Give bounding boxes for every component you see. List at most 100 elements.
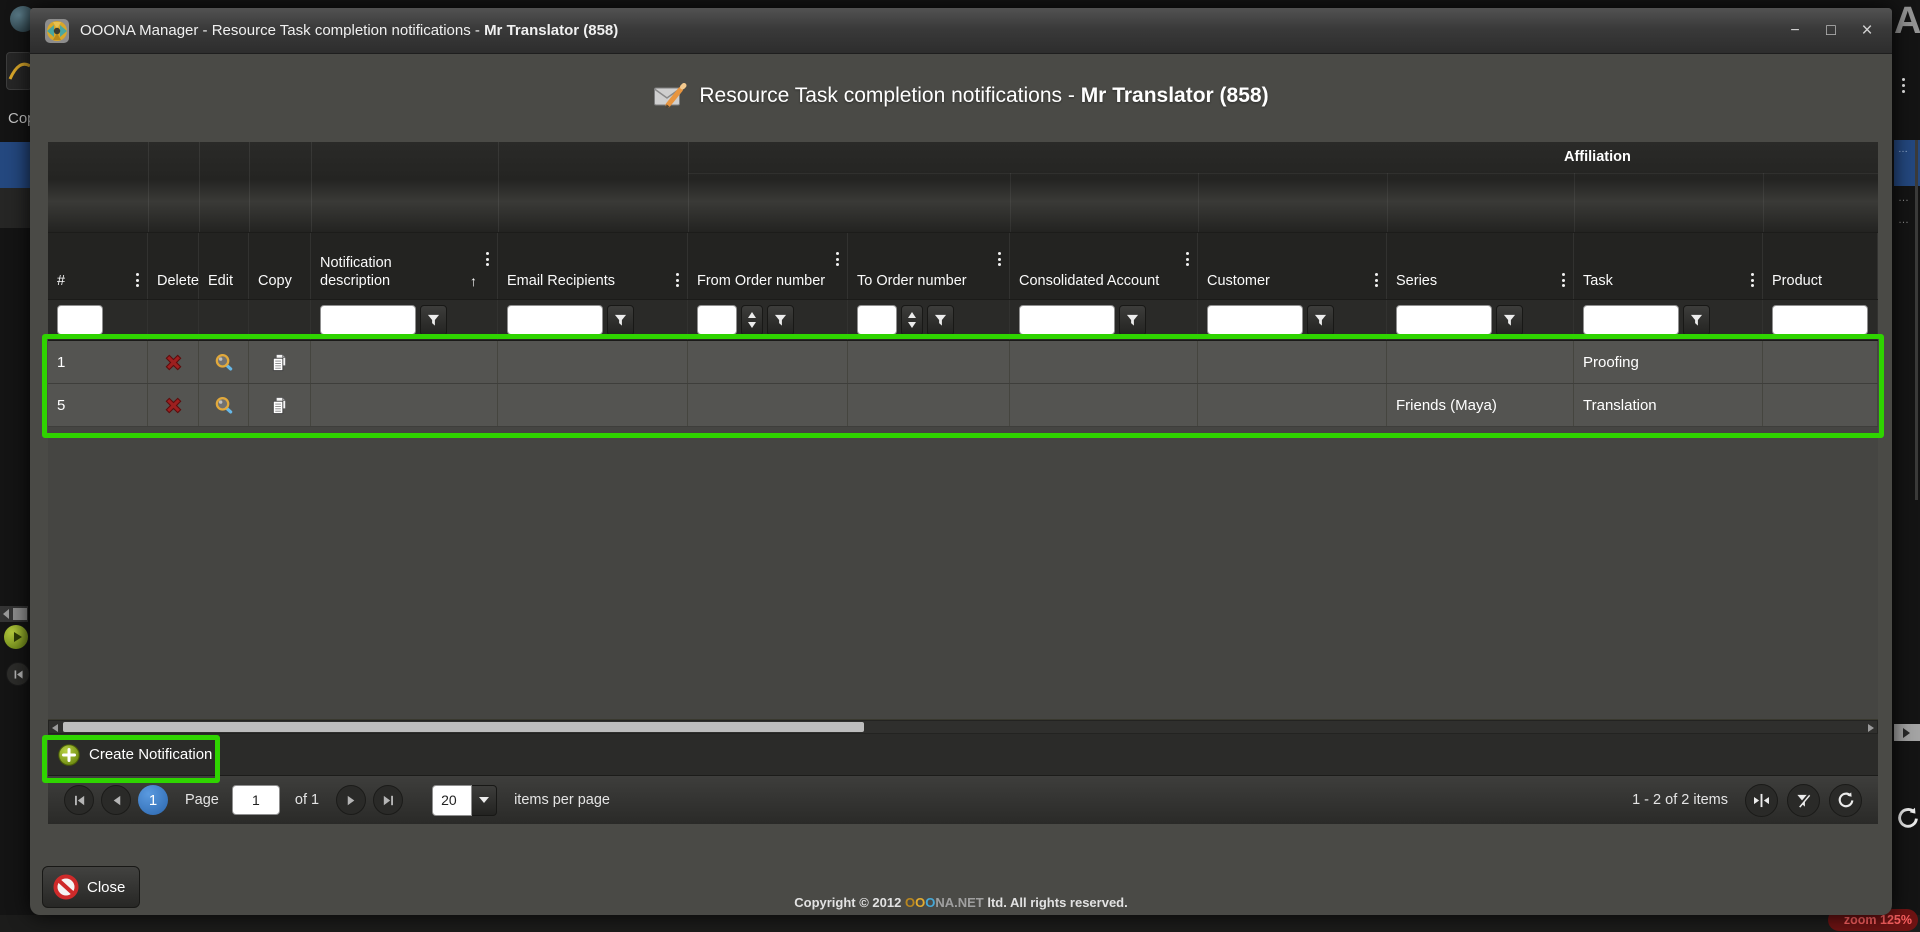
copyright-line: Copyright © 2012 OOONA.NET ltd. All righ…: [30, 895, 1892, 910]
column-header-series[interactable]: Series: [1387, 233, 1574, 299]
filter-input-product[interactable]: [1772, 305, 1868, 335]
current-page-indicator[interactable]: 1: [138, 785, 168, 815]
filter-button-task[interactable]: [1683, 305, 1710, 336]
filter-button-series[interactable]: [1496, 305, 1523, 336]
cell-consolidatedAccount: [1010, 384, 1198, 426]
cell-description: [311, 384, 498, 426]
filter-cell-product: [1763, 300, 1878, 340]
notifications-dialog: OOONA Manager - Resource Task completion…: [30, 8, 1892, 915]
filter-input-consolidatedAccount[interactable]: [1019, 305, 1115, 335]
create-notification-button[interactable]: Create Notification: [58, 744, 212, 766]
page-size-value: 20: [432, 785, 472, 816]
column-header-task[interactable]: Task: [1574, 233, 1763, 299]
column-header-delete[interactable]: Delete: [148, 233, 199, 299]
last-page-button[interactable]: [373, 785, 403, 815]
table-row[interactable]: 5Friends (Maya)Translation: [48, 384, 1878, 427]
edit-row-button[interactable]: [214, 396, 233, 415]
edit-row-button[interactable]: [214, 353, 233, 372]
table-row[interactable]: 1Proofing: [48, 341, 1878, 384]
horizontal-scrollbar[interactable]: [48, 720, 1878, 734]
filter-button-emailRecipients[interactable]: [607, 305, 634, 336]
cell-num: 1: [48, 341, 148, 383]
cell-copy: [249, 341, 311, 383]
grid-empty-area: [48, 427, 1878, 720]
page-size-dropdown-button[interactable]: [472, 785, 497, 816]
funnel-icon: [1314, 314, 1327, 327]
column-header-toOrder[interactable]: To Order number: [848, 233, 1010, 299]
column-header-customer[interactable]: Customer: [1198, 233, 1387, 299]
column-menu-icon[interactable]: [1186, 252, 1189, 266]
filter-input-toOrder[interactable]: [857, 305, 897, 335]
page-number-input[interactable]: [232, 785, 280, 815]
refresh-button[interactable]: [1829, 784, 1862, 817]
copy-document-icon: [270, 353, 289, 372]
filter-spinner-toOrder[interactable]: [901, 305, 923, 336]
column-label-copy: Copy: [258, 272, 292, 290]
filter-input-task[interactable]: [1583, 305, 1679, 335]
column-header-fromOrder[interactable]: From Order number: [688, 233, 848, 299]
cell-toOrder: [848, 384, 1010, 426]
grid-rows: 1Proofing5Friends (Maya)Translation: [48, 341, 1878, 427]
maximize-button[interactable]: □: [1820, 22, 1842, 40]
close-window-button[interactable]: ×: [1856, 20, 1878, 42]
filter-input-customer[interactable]: [1207, 305, 1303, 335]
filter-button-customer[interactable]: [1307, 305, 1334, 336]
filter-input-series[interactable]: [1396, 305, 1492, 335]
column-menu-icon[interactable]: [136, 273, 139, 287]
copy-row-button[interactable]: [270, 353, 289, 372]
background-scrollbar-fragment[interactable]: [0, 606, 28, 622]
filter-input-fromOrder[interactable]: [697, 305, 737, 335]
column-header-product[interactable]: Product: [1763, 233, 1878, 299]
background-play-button[interactable]: [4, 625, 28, 649]
column-header-consolidatedAccount[interactable]: Consolidated Account: [1010, 233, 1198, 299]
filter-cell-fromOrder: [688, 300, 848, 340]
filter-input-emailRecipients[interactable]: [507, 305, 603, 335]
column-header-copy[interactable]: Copy: [249, 233, 311, 299]
background-first-page-button[interactable]: [6, 662, 30, 686]
title-bar[interactable]: OOONA Manager - Resource Task completion…: [30, 8, 1892, 54]
filter-input-description[interactable]: [320, 305, 416, 335]
clear-filters-button[interactable]: [1787, 784, 1820, 817]
filter-button-toOrder[interactable]: [927, 305, 954, 336]
items-range-label: 1 - 2 of 2 items: [1632, 792, 1728, 808]
delete-row-button[interactable]: [164, 353, 183, 372]
filter-input-num[interactable]: [57, 305, 103, 335]
filter-cell-consolidatedAccount: [1010, 300, 1198, 340]
cell-customer: [1198, 384, 1387, 426]
minimize-button[interactable]: −: [1784, 22, 1806, 40]
column-menu-icon[interactable]: [1562, 273, 1565, 287]
background-scroll-right-button[interactable]: [1894, 724, 1920, 741]
column-menu-icon[interactable]: [1751, 273, 1754, 287]
cell-edit: [199, 384, 249, 426]
filter-cell-description: [311, 300, 498, 340]
filter-button-fromOrder[interactable]: [767, 305, 794, 336]
column-header-emailRecipients[interactable]: Email Recipients: [498, 233, 688, 299]
scroll-right-icon: [1903, 728, 1910, 738]
horizontal-scrollbar-thumb[interactable]: [63, 722, 864, 732]
column-menu-icon[interactable]: [676, 273, 679, 287]
column-menu-icon[interactable]: [836, 252, 839, 266]
delete-row-button[interactable]: [164, 396, 183, 415]
column-menu-icon[interactable]: [998, 252, 1001, 266]
page-size-select[interactable]: 20: [432, 785, 497, 816]
first-page-button[interactable]: [64, 785, 94, 815]
dialog-title: Resource Task completion notifications -…: [699, 84, 1268, 108]
column-header-num[interactable]: #: [48, 233, 148, 299]
column-menu-icon[interactable]: [1375, 273, 1378, 287]
scrollbar-thumb: [13, 608, 27, 620]
filter-button-description[interactable]: [420, 305, 447, 336]
scroll-left-arrow[interactable]: [52, 724, 58, 732]
funnel-icon: [614, 314, 627, 327]
previous-page-button[interactable]: [101, 785, 131, 815]
filter-spinner-fromOrder[interactable]: [741, 305, 763, 336]
scroll-right-arrow[interactable]: [1868, 724, 1874, 732]
copy-row-button[interactable]: [270, 396, 289, 415]
notification-envelope-icon: [653, 81, 687, 111]
column-header-description[interactable]: Notification description↑: [311, 233, 498, 299]
filter-button-consolidatedAccount[interactable]: [1119, 305, 1146, 336]
fit-columns-button[interactable]: [1745, 784, 1778, 817]
column-menu-icon[interactable]: [486, 252, 489, 266]
background-refresh-button[interactable]: [1896, 806, 1920, 830]
next-page-button[interactable]: [336, 785, 366, 815]
column-header-edit[interactable]: Edit: [199, 233, 249, 299]
